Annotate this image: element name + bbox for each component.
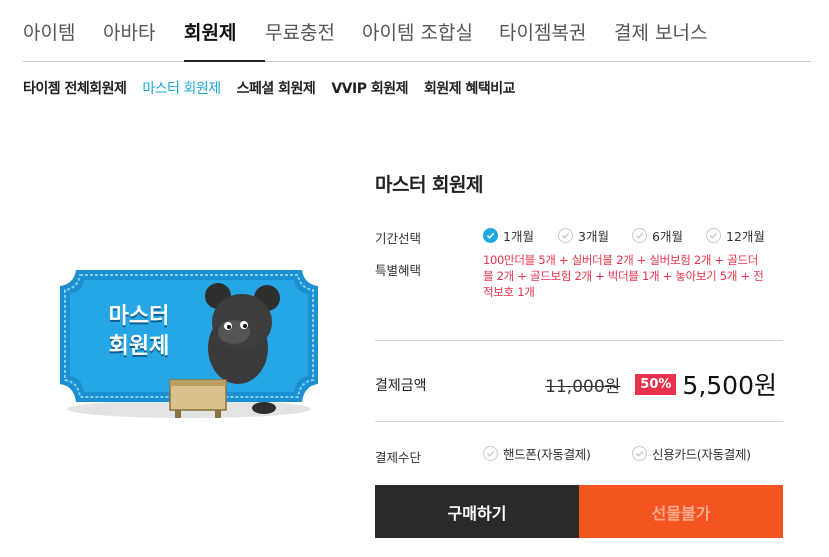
check-icon — [483, 228, 498, 243]
bonus-label: 특별혜택 — [375, 263, 422, 278]
discount-badge: 50% — [635, 373, 677, 395]
sub-nav-benefit-compare[interactable]: 회원제 혜택비교 — [424, 78, 516, 98]
tab-item-combination[interactable]: 아이템 조합실 — [362, 0, 499, 61]
sub-nav-special-membership[interactable]: 스페셜 회원제 — [237, 78, 316, 98]
method-option-phone[interactable]: 핸드폰(자동결제) — [483, 444, 632, 463]
product-title: 마스터 회원제 — [375, 174, 484, 196]
top-tab-bar: 아이템 아바타 회원제 무료충전 아이템 조합실 타이젬복권 결제 보너스 — [23, 0, 811, 62]
price-box: 11,000원 50% 5,500원 — [545, 366, 777, 402]
bonus-text: 100만더블 5개 + 실버더블 2개 + 실버보험 2개 + 골드더블 2개 … — [483, 253, 764, 299]
original-price: 11,000원 — [545, 376, 621, 397]
payment-method-options: 핸드폰(자동결제) 신용카드(자동결제) — [483, 444, 751, 463]
gift-unavailable-button: 선물불가 — [579, 485, 783, 538]
check-icon — [706, 228, 721, 243]
divider — [375, 421, 783, 422]
check-icon — [632, 446, 647, 461]
method-option-credit-card[interactable]: 신용카드(자동결제) — [632, 444, 751, 463]
payment-method-label: 결제수단 — [375, 450, 422, 465]
check-icon — [632, 228, 647, 243]
period-option-3-months[interactable]: 3개월 — [558, 226, 632, 245]
payment-amount-label: 결제금액 — [375, 378, 427, 394]
check-icon — [558, 228, 573, 243]
product-info-panel: 마스터 회원제 기간선택 1개월 3개월 6개월 12개월 특별혜택 100만더… — [375, 170, 783, 538]
tab-membership[interactable]: 회원제 — [184, 0, 265, 62]
tab-item[interactable]: 아이템 — [23, 0, 103, 61]
sub-nav-all-membership[interactable]: 타이젬 전체회원제 — [23, 78, 127, 98]
product-image: 마스터 회원제 — [58, 262, 320, 422]
divider — [375, 340, 783, 341]
buy-button[interactable]: 구매하기 — [375, 485, 579, 538]
period-option-12-months[interactable]: 12개월 — [706, 226, 776, 245]
tab-avatar[interactable]: 아바타 — [103, 0, 184, 61]
tab-free-charge[interactable]: 무료충전 — [265, 0, 362, 61]
sub-nav: 타이젬 전체회원제 마스터 회원제 스페셜 회원제 VVIP 회원제 회원제 혜… — [23, 78, 531, 98]
period-label: 기간선택 — [375, 231, 422, 246]
tab-payment-bonus[interactable]: 결제 보너스 — [614, 0, 724, 61]
tab-lottery[interactable]: 타이젬복권 — [499, 0, 614, 61]
period-option-6-months[interactable]: 6개월 — [632, 226, 706, 245]
check-icon — [483, 446, 498, 461]
sale-price: 5,500원 — [682, 371, 777, 400]
sub-nav-vvip-membership[interactable]: VVIP 회원제 — [331, 78, 408, 98]
period-row: 기간선택 1개월 3개월 6개월 12개월 — [375, 226, 783, 246]
sub-nav-master-membership[interactable]: 마스터 회원제 — [142, 78, 221, 98]
product-image-label: 마스터 회원제 — [108, 304, 170, 359]
period-option-1-month[interactable]: 1개월 — [483, 226, 558, 245]
period-options: 1개월 3개월 6개월 12개월 — [483, 226, 776, 245]
